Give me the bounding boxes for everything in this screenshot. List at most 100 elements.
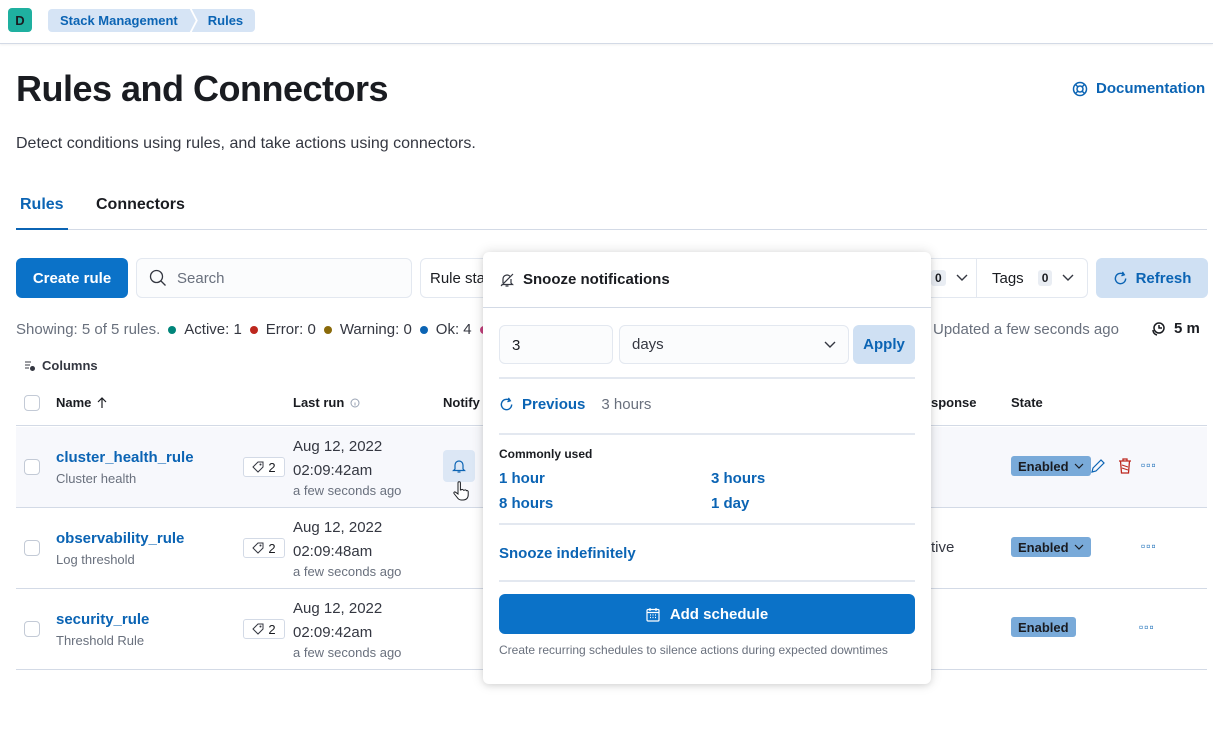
rule-name-link[interactable]: observability_rule bbox=[56, 530, 184, 547]
divider bbox=[499, 523, 915, 525]
active-dot bbox=[168, 325, 177, 334]
previous-snooze[interactable]: Previous 3 hours bbox=[499, 396, 651, 413]
tags-count: 2 bbox=[268, 540, 276, 556]
column-state[interactable]: State bbox=[1011, 395, 1043, 410]
last-run-relative: a few seconds ago bbox=[293, 483, 402, 498]
error-count: Error: 0 bbox=[265, 321, 316, 338]
tags-badge[interactable]: 2 bbox=[243, 457, 285, 477]
snooze-option-8-hours[interactable]: 8 hours bbox=[499, 495, 553, 512]
divider bbox=[499, 377, 915, 379]
rule-type: Threshold Rule bbox=[56, 633, 145, 648]
documentation-label: Documentation bbox=[1096, 80, 1206, 97]
tab-bar: Rules Connectors bbox=[16, 186, 1207, 230]
state-dropdown[interactable]: Enabled bbox=[1011, 537, 1091, 557]
state-label: Enabled bbox=[1018, 539, 1069, 555]
calendar-icon bbox=[646, 607, 660, 622]
sort-ascending-icon bbox=[97, 396, 107, 408]
bell-slash-icon bbox=[500, 273, 514, 287]
tags-count: 2 bbox=[268, 459, 276, 475]
date: Aug 12, 2022 bbox=[293, 600, 383, 617]
chevron-down-icon bbox=[956, 274, 968, 281]
snooze-option-1-hour[interactable]: 1 hour bbox=[499, 470, 545, 487]
breadcrumb: Stack Management Rules bbox=[48, 9, 256, 32]
columns-selector[interactable]: Columns bbox=[24, 358, 98, 373]
tags-filter-label: Tags bbox=[992, 269, 1024, 287]
more-actions-icon[interactable]: ▫▫▫ bbox=[1139, 620, 1155, 634]
last-run-relative: a few seconds ago bbox=[293, 564, 402, 579]
warning-count: Warning: 0 bbox=[339, 321, 412, 338]
snooze-option-3-hours[interactable]: 3 hours bbox=[711, 470, 765, 487]
last-run-date: Aug 12, 2022 02:09:42am bbox=[293, 435, 382, 483]
column-response[interactable]: sponse bbox=[931, 395, 977, 410]
refresh-button[interactable]: Refresh bbox=[1096, 258, 1208, 298]
column-last-run[interactable]: Last run bbox=[293, 395, 360, 410]
date: Aug 12, 2022 bbox=[293, 438, 383, 455]
documentation-link[interactable]: Documentation bbox=[1072, 80, 1205, 97]
tags-badge[interactable]: 2 bbox=[243, 619, 285, 639]
error-dot bbox=[249, 325, 258, 334]
rule-name-link[interactable]: cluster_health_rule bbox=[56, 449, 194, 466]
row-checkbox[interactable] bbox=[24, 459, 40, 475]
column-last-run-label: Last run bbox=[293, 395, 345, 410]
column-notify[interactable]: Notify bbox=[443, 395, 480, 410]
search-input[interactable]: Search bbox=[136, 258, 412, 298]
rules-summary: Showing: 5 of 5 rules. Active: 1 Error: … bbox=[16, 321, 514, 338]
top-header: D Stack Management Rules bbox=[0, 0, 1213, 44]
create-rule-button[interactable]: Create rule bbox=[16, 258, 128, 298]
divider bbox=[499, 580, 915, 582]
snooze-indefinitely-link[interactable]: Snooze indefinitely bbox=[499, 545, 636, 562]
select-all-checkbox[interactable] bbox=[24, 395, 40, 411]
last-run-date: Aug 12, 2022 02:09:48am bbox=[293, 516, 382, 564]
snooze-duration-input[interactable]: 3 bbox=[499, 325, 613, 364]
active-count: Active: 1 bbox=[184, 321, 242, 338]
column-name-label: Name bbox=[56, 395, 92, 410]
state-badge[interactable]: Enabled bbox=[1011, 617, 1076, 637]
snooze-unit-select[interactable]: days bbox=[619, 325, 849, 364]
add-schedule-button[interactable]: Add schedule bbox=[499, 594, 915, 634]
hand-cursor-icon bbox=[453, 481, 469, 501]
snooze-unit-value: days bbox=[632, 336, 664, 353]
last-updated: Updated a few seconds ago bbox=[933, 321, 1119, 338]
snooze-header: Snooze notifications bbox=[483, 252, 931, 308]
rule-name-link[interactable]: security_rule bbox=[56, 611, 149, 628]
previous-value: 3 hours bbox=[601, 396, 652, 413]
snooze-option-1-day[interactable]: 1 day bbox=[711, 495, 749, 512]
search-placeholder: Search bbox=[177, 269, 225, 287]
tab-connectors[interactable]: Connectors bbox=[92, 186, 189, 229]
space-avatar[interactable]: D bbox=[8, 8, 32, 32]
state-dropdown[interactable]: Enabled bbox=[1011, 456, 1091, 476]
time: 02:09:42am bbox=[293, 462, 373, 479]
more-actions-icon[interactable]: ▫▫▫ bbox=[1141, 539, 1157, 553]
column-name[interactable]: Name bbox=[56, 395, 107, 410]
divider bbox=[499, 433, 915, 435]
tab-rules[interactable]: Rules bbox=[16, 186, 68, 230]
time: 02:09:42am bbox=[293, 624, 373, 641]
breadcrumb-stack-management[interactable]: Stack Management bbox=[48, 9, 196, 32]
page-description: Detect conditions using rules, and take … bbox=[16, 135, 476, 152]
chevron-down-icon bbox=[1074, 463, 1084, 469]
tag-icon bbox=[252, 623, 264, 635]
tags-badge[interactable]: 2 bbox=[243, 538, 285, 558]
refresh-interval[interactable]: 5 m bbox=[1150, 320, 1200, 337]
state-label: Enabled bbox=[1018, 619, 1069, 635]
tags-filter[interactable]: Tags 0 bbox=[977, 270, 1074, 287]
refresh-icon bbox=[500, 397, 513, 411]
apply-button[interactable]: Apply bbox=[853, 325, 915, 364]
state-label: Enabled bbox=[1018, 458, 1069, 474]
add-schedule-label: Add schedule bbox=[669, 605, 769, 623]
help-lifebuoy-icon bbox=[1072, 81, 1088, 96]
snooze-popover: Snooze notifications 3 days Apply Previo… bbox=[483, 252, 931, 684]
breadcrumb-rules[interactable]: Rules bbox=[191, 9, 256, 32]
row-checkbox[interactable] bbox=[24, 540, 40, 556]
more-actions-icon[interactable]: ▫▫▫ bbox=[1141, 458, 1157, 472]
tags-count: 2 bbox=[268, 621, 276, 637]
columns-label: Columns bbox=[42, 358, 98, 373]
edit-pencil-icon[interactable] bbox=[1090, 458, 1106, 474]
delete-trash-icon[interactable] bbox=[1117, 457, 1133, 474]
auto-refresh-icon bbox=[1152, 321, 1165, 336]
date: Aug 12, 2022 bbox=[293, 519, 383, 536]
tag-icon bbox=[252, 542, 264, 554]
row-checkbox[interactable] bbox=[24, 621, 40, 637]
last-response: tive bbox=[931, 539, 955, 556]
notify-button[interactable] bbox=[443, 450, 475, 482]
